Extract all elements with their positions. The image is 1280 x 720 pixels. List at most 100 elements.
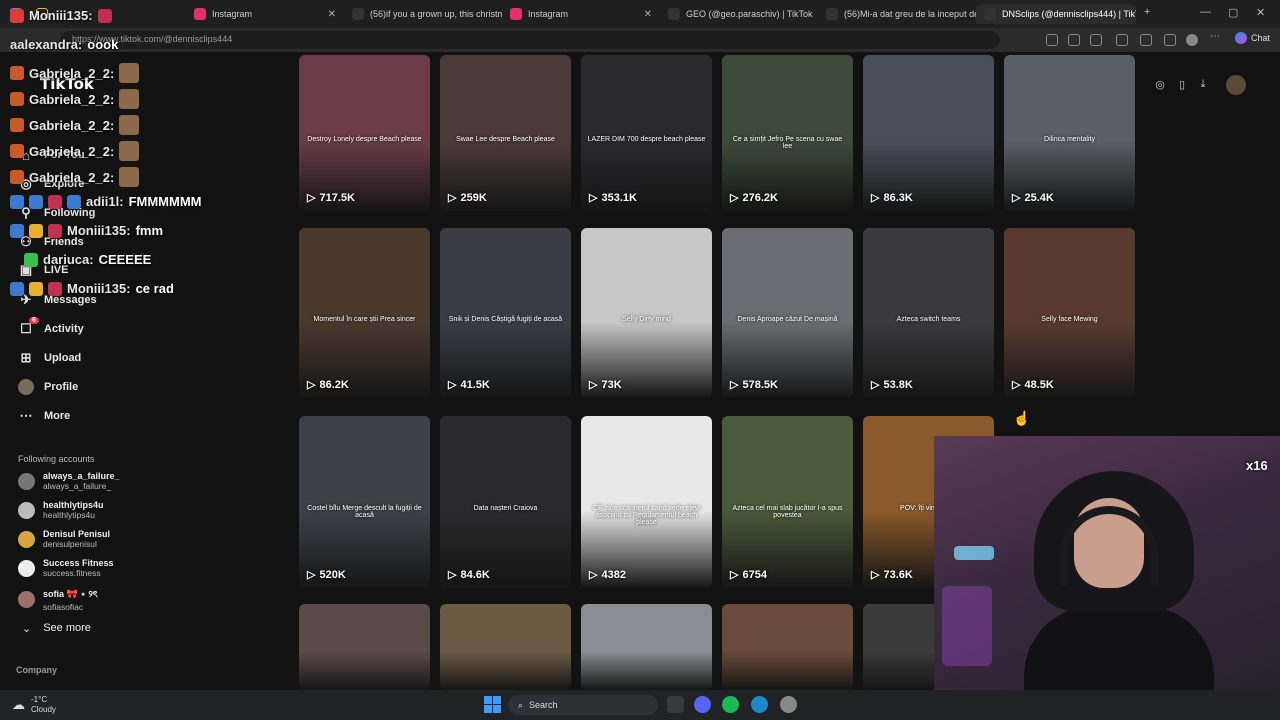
background-light — [954, 546, 994, 560]
view-count: ▷ 276.2K — [730, 191, 778, 205]
nav-more[interactable]: ⋯ More — [18, 408, 71, 424]
video-thumbnail[interactable] — [440, 604, 571, 690]
video-thumbnail[interactable]: Azteca cel mai slab jucător I-a spus pov… — [722, 416, 853, 588]
video-thumbnail[interactable] — [722, 604, 853, 690]
windows-start-icon[interactable] — [484, 696, 501, 713]
cloud-icon: ☁ — [12, 697, 25, 712]
video-caption: Snik și Denis Câștigă fugiți de acasă — [448, 316, 563, 324]
browser-tab[interactable]: (56)if you a grown up, this christm ✕ — [344, 4, 502, 24]
video-thumbnail[interactable]: Snik și Denis Câștigă fugiți de acasă ▷ 41… — [440, 228, 571, 398]
following-account[interactable]: Denisul Penisul denisulpenisul — [18, 529, 110, 549]
browser-tab-strip: Instagram ✕ (56)if you a grown up, this … — [0, 0, 1280, 28]
video-caption: Selly Dirty mind — [622, 316, 671, 324]
bookmark-icon[interactable] — [1068, 34, 1080, 46]
play-icon: ▷ — [871, 569, 880, 581]
video-thumbnail[interactable] — [299, 604, 430, 690]
video-thumbnail[interactable] — [581, 604, 712, 690]
avatar[interactable] — [1186, 34, 1198, 46]
emote-icon — [119, 89, 140, 109]
emote-icon — [119, 63, 140, 83]
company-link[interactable]: Company — [16, 665, 57, 675]
nav-profile[interactable]: Profile — [18, 379, 78, 395]
play-icon: ▷ — [871, 192, 880, 204]
maximize-icon[interactable]: ▢ — [1228, 6, 1238, 19]
view-count: ▷ 48.5K — [1012, 378, 1054, 392]
browser-tab[interactable]: GEO (@geo.paraschiv) | TikTok ✕ — [660, 4, 818, 24]
chevron-down-icon: ⌄ — [22, 623, 32, 635]
video-caption: Dilinca mentality — [1044, 136, 1095, 144]
close-window-icon[interactable]: ✕ — [1256, 6, 1265, 19]
chat-user: Gabriela_2_2: — [29, 143, 115, 159]
view-count-label: 73K — [601, 378, 622, 391]
emote-icon — [10, 194, 24, 209]
weather-widget[interactable]: ☁ -1°C Cloudy — [12, 695, 56, 715]
close-icon[interactable]: ✕ — [328, 9, 336, 20]
discord-icon[interactable] — [694, 696, 711, 713]
edge-icon[interactable] — [751, 696, 768, 713]
chat-message: Gabriela_2_2: — [10, 89, 140, 109]
video-thumbnail[interactable]: CE zice scannerul cand vede elevi asocii… — [581, 416, 712, 588]
view-count-label: 259K — [460, 191, 487, 204]
nav-upload[interactable]: ⊞ Upload — [18, 350, 82, 366]
following-account[interactable]: Success Fitness success.fitness — [18, 558, 114, 578]
account-name: always_a_failure_ — [43, 471, 120, 481]
chat-button[interactable]: Chat — [1234, 32, 1270, 44]
view-count: ▷ 86.2K — [307, 378, 349, 392]
chat-user: Gabriela_2_2: — [29, 65, 115, 81]
browser-tab[interactable]: (56)Mi-a dat greu de la inceput de ✕ — [818, 4, 976, 24]
following-account[interactable]: healthlytips4u healthlytips4u — [18, 500, 104, 520]
view-count-label: 4382 — [601, 568, 626, 581]
emote-icon — [10, 8, 24, 23]
chat-message: dariuca: CEEEEE — [24, 252, 151, 267]
video-thumbnail[interactable]: ▷ 86.3K — [863, 55, 994, 211]
video-thumbnail[interactable]: Denis Aproape căzut De mașină ▷ 578.5K — [722, 228, 853, 398]
browser-tab[interactable]: Instagram ✕ — [186, 4, 344, 24]
video-thumbnail[interactable]: Costel bîlu Merge descult la fugiții de … — [299, 416, 430, 588]
tiktok-icon — [826, 8, 838, 20]
emote-icon — [119, 141, 140, 161]
sliders-icon[interactable] — [1116, 34, 1128, 46]
address-bar-row: https://www.tiktok.com/@dennisclips444 ⋯… — [0, 28, 1280, 52]
browser-tab-active[interactable]: DNSclips (@dennisclips444) | TikT ✕ — [976, 4, 1136, 24]
favorites-icon[interactable] — [1140, 34, 1152, 46]
compass-icon[interactable]: ◎ — [1153, 78, 1167, 92]
video-thumbnail[interactable]: Swae Lee despre Beach please ▷ 259K — [440, 55, 571, 211]
settings-icon[interactable] — [780, 696, 797, 713]
profile-icon — [18, 379, 34, 395]
phone-icon[interactable]: ▯ — [1175, 78, 1189, 92]
view-count: ▷ 4382 — [589, 568, 626, 582]
video-thumbnail[interactable]: Momentul în care știi Prea sincer ▷ 86.2K — [299, 228, 430, 398]
video-thumbnail[interactable]: Azteca switch teams ▷ 53.8K — [863, 228, 994, 398]
video-caption: Selly face Mewing — [1041, 316, 1098, 324]
nav-activity[interactable]: ☐ 6 Activity — [18, 317, 84, 337]
extension-icon[interactable] — [1090, 34, 1102, 46]
video-thumbnail[interactable]: Selly Dirty mind ▷ 73K — [581, 228, 712, 398]
video-thumbnail[interactable]: LAZER DIM 700 despre beach please ▷ 353.1K — [581, 55, 712, 211]
download-icon[interactable] — [1164, 34, 1176, 46]
video-thumbnail[interactable]: Data nașteri Craiova ▷ 84.6K — [440, 416, 571, 588]
copilot-icon — [1234, 32, 1247, 44]
video-caption: Ce a simțit Jefro Pe scena cu swae lee — [732, 136, 843, 151]
following-account[interactable]: sofia 🎀 ⋆ ୨ৎ sofiasofiac — [18, 587, 98, 612]
spotify-icon[interactable] — [722, 696, 739, 713]
account-handle: healthlytips4u — [43, 510, 95, 520]
see-more-button[interactable]: ⌄ See more — [22, 622, 91, 635]
video-thumbnail[interactable]: Dilinca mentality ▷ 25.4K — [1004, 55, 1135, 211]
minimize-icon[interactable]: — — [1200, 6, 1211, 18]
browser-tab[interactable]: Instagram ✕ — [502, 4, 660, 24]
close-icon[interactable]: ✕ — [644, 9, 652, 20]
download-icon[interactable]: ⤓ — [1196, 78, 1210, 92]
video-thumbnail[interactable]: Destroy Lonely despre Beach please ▷ 717.5… — [299, 55, 430, 211]
multiplier-badge: x16 — [1246, 458, 1268, 473]
video-thumbnail[interactable]: Selly face Mewing ▷ 48.5K — [1004, 228, 1135, 398]
avatar[interactable] — [1226, 75, 1246, 95]
install-icon[interactable] — [1046, 34, 1058, 46]
video-thumbnail[interactable]: Ce a simțit Jefro Pe scena cu swae lee ▷ 2… — [722, 55, 853, 211]
new-tab-icon[interactable]: + — [1144, 6, 1150, 18]
file-explorer-icon[interactable] — [667, 696, 684, 713]
video-caption: Momentul în care știi Prea sincer — [313, 316, 416, 324]
address-bar[interactable]: https://www.tiktok.com/@dennisclips444 — [60, 31, 1000, 49]
menu-icon[interactable]: ⋯ — [1210, 31, 1222, 43]
following-account[interactable]: always_a_failure_ always_a_failure_ — [18, 471, 120, 491]
taskbar-search[interactable]: ⌕ Search — [508, 695, 658, 715]
